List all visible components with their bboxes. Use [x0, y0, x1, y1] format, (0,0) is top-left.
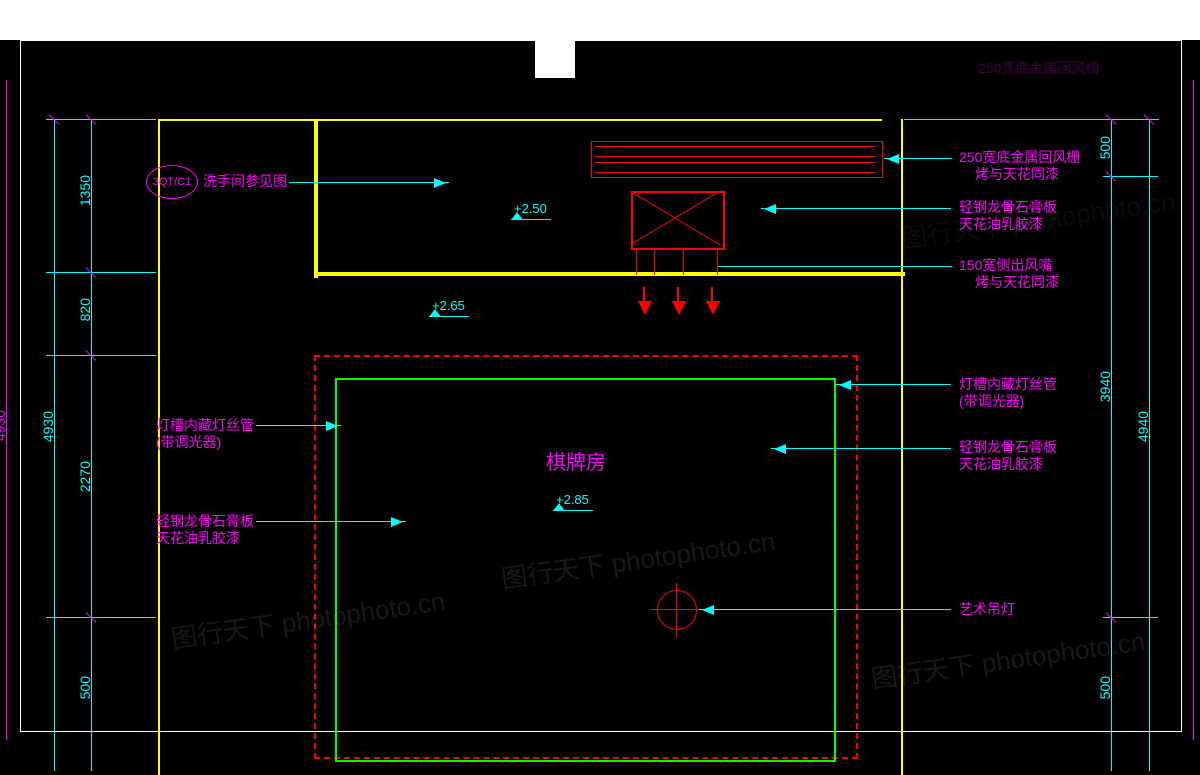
supply-air-slot [636, 249, 718, 275]
label-gypsum-left: 轻钢龙骨石膏板 [156, 513, 254, 531]
dim-ext-line [904, 119, 1159, 120]
dim-value: 3940 [1097, 371, 1113, 402]
dim-value-magenta: 4930 [0, 410, 8, 441]
label-cove-light-right-2: (带调光器) [959, 393, 1024, 411]
reference-bubble: 3QT/C1 [146, 165, 198, 199]
wall-partition-vert [314, 119, 318, 278]
dim-line-outer-magenta [1193, 80, 1194, 740]
dim-value: 820 [77, 298, 93, 321]
dim-value: 500 [1097, 136, 1113, 159]
label-cove-light-left: 灯槽内藏灯丝管 [156, 417, 254, 435]
dim-line-left-outer [54, 119, 55, 771]
ghost-annotation: 250宽底金属回风栅 [978, 60, 1099, 78]
dim-line-right-outer [1149, 119, 1150, 771]
leader-line [761, 208, 951, 209]
label-return-air-2: 烤与天花同漆 [975, 166, 1059, 184]
label-gypsum-r2: 轻钢龙骨石膏板 [959, 439, 1057, 457]
dim-value-overall: 4930 [40, 411, 56, 442]
label-gypsum-r1: 轻钢龙骨石膏板 [959, 199, 1057, 217]
label-cove-light-right: 灯槽内藏灯丝管 [959, 376, 1057, 394]
label-cove-light-left-2: (带调光器) [156, 434, 221, 452]
wall-partition-horiz [314, 272, 905, 276]
label-gypsum-left-2: 天花油乳胶漆 [156, 530, 240, 548]
label-washroom-ref: 洗手间参见图 [203, 173, 287, 191]
elevation-mark-icon [429, 316, 469, 317]
airflow-arrow-icon [677, 287, 679, 305]
dim-value: 1350 [77, 175, 93, 206]
wall-right [901, 119, 903, 775]
chandelier-symbol [657, 590, 697, 630]
return-air-grille [591, 141, 883, 178]
dim-value-overall: 4940 [1135, 411, 1151, 442]
dim-ext-line [46, 355, 156, 356]
dim-value: 500 [1097, 676, 1113, 699]
leader-line [699, 609, 951, 610]
dim-ext-line [46, 119, 156, 120]
drawing-viewport[interactable]: 棋牌房 +2.50 +2.65 +2.85 3QT/C1 洗手间参见图 灯槽内藏… [20, 40, 1182, 732]
leader-line [818, 266, 952, 267]
dim-line-right-inner [1111, 119, 1112, 771]
room-name-label: 棋牌房 [546, 451, 606, 476]
dim-value: 500 [77, 676, 93, 699]
leader-line [256, 425, 341, 426]
airflow-arrow-icon [643, 287, 645, 305]
label-gypsum-r2-2: 天花油乳胶漆 [959, 456, 1043, 474]
label-gypsum-r1-2: 天花油乳胶漆 [959, 216, 1043, 234]
title-bar [0, 0, 1200, 40]
label-chandelier: 艺术吊灯 [959, 601, 1015, 619]
dim-ext-line [46, 617, 156, 618]
elevation-mark-icon [553, 510, 593, 511]
label-return-air: 250宽底金属回风栅 [959, 149, 1080, 167]
dim-value: 2270 [77, 461, 93, 492]
leader-line [718, 266, 818, 267]
leader-line [884, 158, 952, 159]
leader-line [771, 448, 951, 449]
elevation-mark-icon [511, 219, 551, 220]
dim-line-left-inner [91, 119, 92, 771]
leader-line [256, 521, 406, 522]
soffit-inner-line [335, 378, 836, 762]
label-supply-air-2: 烤与天花同漆 [975, 274, 1059, 292]
airflow-arrow-icon [711, 287, 713, 305]
label-supply-air: 150宽侧出风嘴 [959, 257, 1052, 275]
leader-line [836, 384, 951, 385]
dim-ext-line [46, 272, 156, 273]
leader-line [289, 182, 449, 183]
wall-top [158, 119, 882, 121]
